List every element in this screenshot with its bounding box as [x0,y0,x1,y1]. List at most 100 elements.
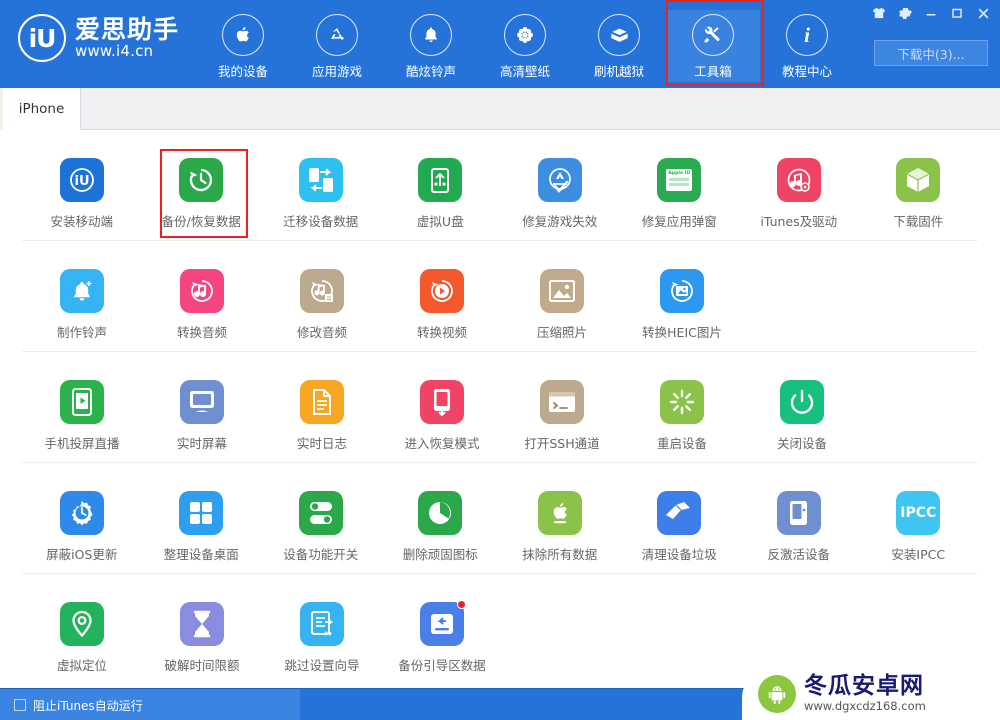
tool-label: 安装移动端 [50,214,113,229]
tool-convert-audio[interactable]: 转换音频 [142,255,262,351]
tool-make-ringtone[interactable]: 制作铃声 [22,255,142,351]
gear-icon[interactable] [892,2,918,24]
tool-label: 转换视频 [416,325,467,340]
ipcc-label: IPCC [900,505,937,521]
device-tab-strip: iPhone [0,88,1000,130]
tools-icon [692,14,734,56]
tool-device-feature-toggle[interactable]: 设备功能开关 [261,477,381,573]
toolbox-row: 屏蔽iOS更新 整理设备桌面 设备功能开关 删除顽固图标 抹除所有数据 清理设备… [22,463,978,574]
live-log-icon [300,380,344,424]
tool-virtual-location[interactable]: 虚拟定位 [22,588,142,685]
nav-item-tutorials[interactable]: i 教程中心 [760,10,854,82]
tool-label: 实时屏幕 [176,436,227,451]
tool-fix-game-failure[interactable]: 修复游戏失效 [500,144,620,240]
tool-label: 修改音频 [296,325,347,340]
nav-label: 刷机越狱 [593,64,644,79]
tool-label: 备份/恢复数据 [161,214,241,229]
download-status-button[interactable]: 下载中(3)... [874,40,988,66]
tool-edit-audio[interactable]: 修改音频 [262,255,382,351]
tool-compress-photo[interactable]: 压缩照片 [502,255,622,351]
tool-label: 清理设备垃圾 [641,547,717,562]
brand-name: 爱思助手 [75,14,180,44]
tool-label: 删除顽固图标 [402,547,478,562]
watermark-site-name: 冬瓜安卓网 [804,673,924,700]
tool-label: 备份引导区数据 [398,658,486,673]
tool-erase-all-data[interactable]: 抹除所有数据 [500,477,620,573]
tool-label: 重启设备 [656,436,707,451]
block-itunes-autorun-row[interactable]: 阻止iTunes自动运行 [0,689,300,720]
tool-label: 压缩照片 [536,325,587,340]
tool-reboot-device[interactable]: 重启设备 [622,366,742,462]
toolbox-row: iU 安装移动端 备份/恢复数据 迁移设备数据 虚拟U盘 修复游戏失效 Appl… [22,130,978,241]
watermark-site-url: www.dgxcdz168.com [804,699,926,714]
tool-deactivate-device[interactable]: 反激活设备 [739,477,859,573]
i4-logo-icon: iU [18,14,66,62]
nav-item-flash-jailbreak[interactable]: 刷机越狱 [572,10,666,82]
nav-item-toolbox[interactable]: 工具箱 [666,0,764,86]
tool-itunes-driver[interactable]: iTunes及驱动 [739,144,859,240]
apple-icon [222,14,264,56]
tool-backup-boot-data[interactable]: 备份引导区数据 [382,588,502,685]
tool-install-mobile-client[interactable]: iU 安装移动端 [22,144,142,240]
tool-enter-recovery-mode[interactable]: 进入恢复模式 [382,366,502,462]
tool-download-firmware[interactable]: 下载固件 [859,144,979,240]
nav-item-apps-games[interactable]: 应用游戏 [290,10,384,82]
block-itunes-checkbox[interactable] [14,699,26,711]
block-ios-update-icon [59,491,104,535]
tool-label: 设备功能开关 [283,547,359,562]
tool-label: 虚拟U盘 [416,214,464,229]
tool-block-ios-update[interactable]: 屏蔽iOS更新 [22,477,142,573]
tool-skip-setup-wizard[interactable]: 跳过设置向导 [262,588,382,685]
close-icon[interactable] [970,2,996,24]
crack-screentime-icon [180,602,224,646]
backup-boot-icon [420,600,466,646]
tool-label: 反激活设备 [767,547,830,562]
block-itunes-label: 阻止iTunes自动运行 [33,698,143,713]
nav-item-my-device[interactable]: 我的设备 [196,10,290,82]
tool-label: 实时日志 [296,436,347,451]
nav-label: 教程中心 [781,64,832,79]
skin-icon[interactable] [866,2,892,24]
maximize-icon[interactable] [944,2,970,24]
tool-label: 进入恢复模式 [404,436,480,451]
migrate-data-icon [298,158,343,202]
live-screen-icon [180,380,224,424]
tool-convert-video[interactable]: 转换视频 [382,255,502,351]
tool-label: 修复应用弹窗 [641,214,717,229]
clean-junk-icon [657,491,702,535]
tool-open-ssh-tunnel[interactable]: 打开SSH通道 [502,366,622,462]
tool-label: 虚拟定位 [56,658,107,673]
tool-organize-desktop[interactable]: 整理设备桌面 [142,477,262,573]
nav-label: 我的设备 [217,64,268,79]
tool-label: 修复游戏失效 [522,214,598,229]
tool-migrate-device-data[interactable]: 迁移设备数据 [261,144,381,240]
tool-convert-heic[interactable]: 转换HEIC图片 [622,255,742,351]
firmware-icon [896,158,941,202]
edit-audio-icon [300,269,344,313]
tool-remove-stubborn-icon[interactable]: 删除顽固图标 [381,477,501,573]
tool-clean-device-junk[interactable]: 清理设备垃圾 [620,477,740,573]
tool-backup-restore-data[interactable]: 备份/恢复数据 [142,144,262,240]
tool-label: 破解时间限额 [164,658,240,673]
tool-virtual-usb-drive[interactable]: 虚拟U盘 [381,144,501,240]
itunes-driver-icon [776,158,821,202]
app-logo: iU 爱思助手 www.i4.cn [18,14,179,62]
tool-label: 转换音频 [176,325,227,340]
tool-install-ipcc[interactable]: IPCC 安装IPCC [859,477,979,573]
tab-iphone[interactable]: iPhone [3,88,81,130]
app-header: iU 爱思助手 www.i4.cn 我的设备 应用游戏 酷炫铃声 高清壁纸 刷机… [0,0,1000,88]
nav-item-ringtones[interactable]: 酷炫铃声 [384,10,478,82]
nav-label: 工具箱 [694,64,732,79]
brand-url: www.i4.cn [75,41,154,60]
tool-crack-screen-time[interactable]: 破解时间限额 [142,588,262,685]
android-robot-icon [758,675,796,713]
nav-item-wallpapers[interactable]: 高清壁纸 [478,10,572,82]
tool-fix-app-popup[interactable]: Apple ID 修复应用弹窗 [620,144,740,240]
tool-power-off-device[interactable]: 关闭设备 [742,366,862,462]
tool-live-log[interactable]: 实时日志 [262,366,382,462]
tool-screen-cast-live[interactable]: 手机投屏直播 [22,366,142,462]
ssh-tunnel-icon [540,380,584,424]
minimize-icon[interactable] [918,2,944,24]
bell-icon [410,14,452,56]
tool-live-screen[interactable]: 实时屏幕 [142,366,262,462]
